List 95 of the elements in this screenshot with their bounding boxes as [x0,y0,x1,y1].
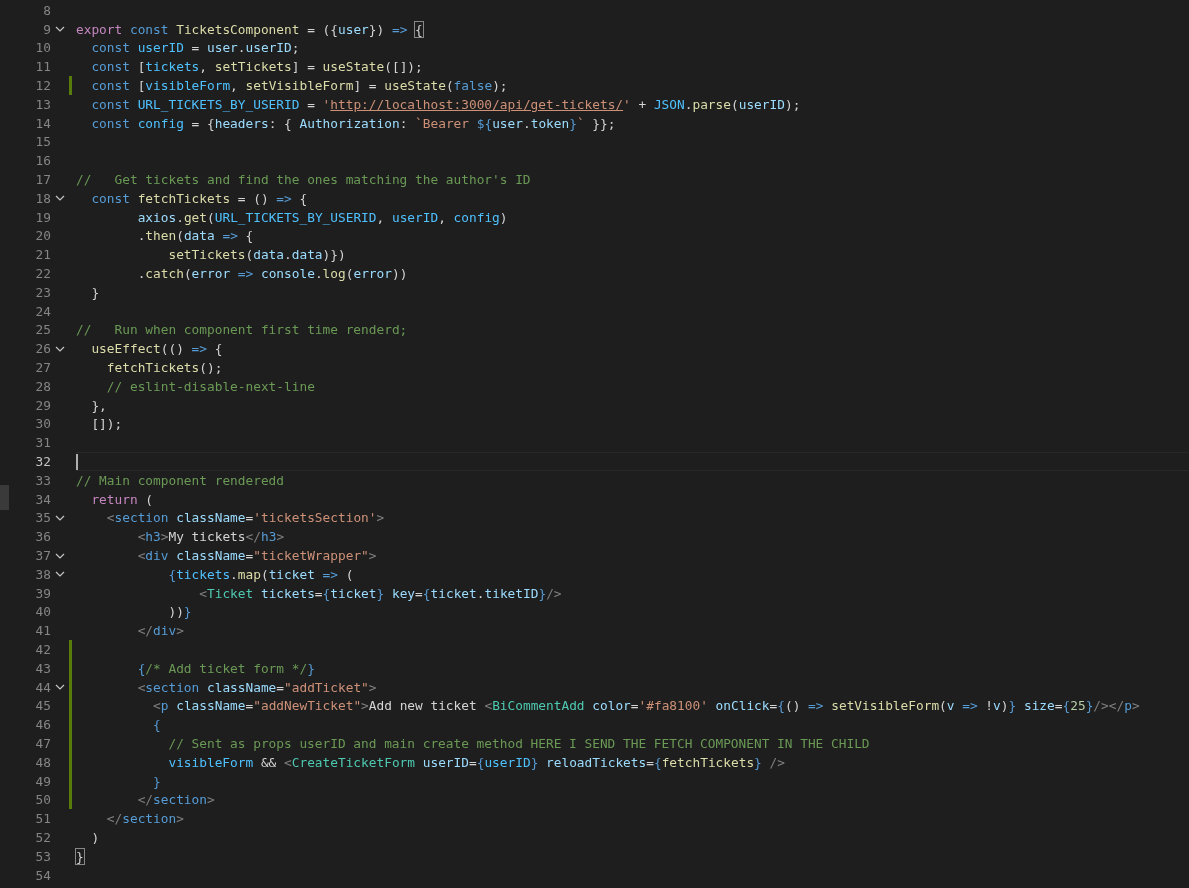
line-number: 8 [42,2,51,18]
line-number: 54 [34,867,51,883]
code-line: // eslint-disable-next-line [106,378,315,394]
chevron-icon[interactable] [55,345,65,352]
line-number: 28 [34,378,51,394]
code-line: export const TicketsComponent = ({user}) => { [76,21,423,37]
line-number: 36 [34,529,51,545]
code-line: <div className="ticketWrapper"> [137,548,377,563]
line-number: 25 [34,322,51,338]
code-line: <p className="addNewTicket">Add new ticket <BiCommentAdd color='#fa8100' onClick={() => setVisibleForm(v => !v)} size={25}/></p> [153,698,1140,714]
line-number: 44 [34,679,51,695]
code-line: <section className="addTicket"> [137,679,377,695]
line-number: 20 [34,228,51,244]
code-line: ) [91,829,100,845]
line-number: 14 [34,115,51,131]
line-number: 45 [34,698,51,714]
code-line: ))} [168,604,192,620]
code-line: } [91,284,100,300]
line-number: 53 [34,848,51,864]
code-line: // Sent as props userID and main create method HERE I SEND THE FETCH COMPONENT IN THE CHILD [168,735,870,751]
line-number: 43 [34,660,51,676]
line-number: 32 [34,454,51,469]
chevron-icon[interactable] [55,571,65,578]
line-number: 39 [34,585,51,601]
line-number: 42 [34,642,51,657]
line-number: 29 [34,397,51,413]
line-number: 22 [34,266,51,282]
code-line: {/* Add ticket form */} [137,660,315,676]
code-line: // Run when component first time renderd; [76,322,408,338]
line-number: 47 [34,735,51,751]
line-number: 15 [34,134,51,150]
line-number: 24 [34,303,51,319]
code-line: // Get tickets and find the ones matching the author's ID [76,172,531,188]
code-line: </section> [106,811,184,827]
code-line: fetchTickets(); [106,360,223,376]
code-line: .catch(error => console.log(error)) [137,266,408,282]
line-number: 17 [34,172,51,188]
code-line: const [visibleForm, setVisibleForm] = useState(false); [91,78,508,94]
chevron-icon[interactable] [55,514,65,521]
line-number: 50 [34,792,51,808]
code-line: return ( [91,491,154,507]
line-number: 33 [34,472,51,488]
line-number: 21 [34,247,51,263]
line-number: 40 [34,604,51,620]
line-number: 31 [34,435,51,451]
code-line: } [76,848,84,864]
code-line: </div> [137,623,184,639]
code-line: const userID = user.userID; [91,40,300,56]
code-line: </section> [137,792,215,808]
code-line: axios.get(URL_TICKETS_BY_USERID, userID, config) [137,209,508,225]
line-number: 51 [34,811,51,827]
line-number: 12 [34,78,51,94]
text-cursor [76,454,78,471]
chevron-icon[interactable] [55,552,65,559]
code-line: const URL_TICKETS_BY_USERID = 'http://localhost:3000/api/get-tickets/' + JSON.parse(userID); [91,96,801,112]
code-line: visibleForm && <CreateTicketForm userID={userID} reloadTickets={fetchTickets} /> [168,754,785,770]
line-number: 26 [34,341,51,357]
code-line: <h3>My tickets</h3> [137,529,285,545]
line-number: 10 [34,40,51,56]
code-line: <section className='ticketsSection'> [106,510,385,526]
line-number: 46 [34,717,51,733]
code-line: {tickets.map(ticket => ( [168,566,354,582]
chevron-icon[interactable] [55,195,65,202]
line-number: 9 [42,21,51,37]
code-line: .then(data => { [137,228,254,244]
line-number: 37 [34,548,51,563]
line-number: 19 [34,209,51,225]
code-line: { [153,717,161,733]
code-line: } [153,773,161,789]
chevron-icon[interactable] [55,684,65,691]
code-line: const fetchTickets = () => { [91,190,308,206]
line-number: 13 [34,96,51,112]
line-number: 52 [34,829,51,845]
line-number: 34 [34,491,51,507]
line-number: 48 [34,754,51,770]
scrollbar-thumb[interactable] [0,485,9,510]
line-number: 23 [34,284,51,300]
line-number: 11 [34,59,51,75]
code-line: const config = {headers: { Authorization: `Bearer ${user.token}` }}; [91,115,616,131]
line-number: 16 [34,153,51,169]
line-number: 18 [34,190,51,206]
code-line: <Ticket tickets={ticket} key={ticket.tiketID}/> [199,585,562,601]
code-line: // Main component renderedd [76,472,285,488]
line-number: 30 [34,416,51,432]
code-line: }, [91,397,107,413]
line-number: 27 [34,360,51,376]
line-number: 38 [34,566,51,582]
code-line: const [tickets, setTickets] = useState([]); [91,59,423,75]
chevron-icon[interactable] [55,26,65,33]
code-line: useEffect(() => { [91,341,223,357]
line-number: 41 [34,623,51,639]
line-number: 35 [34,510,51,526]
line-number: 49 [34,773,51,789]
code-line: []); [91,416,123,432]
code-line: setTickets(data.data)}) [168,247,346,263]
